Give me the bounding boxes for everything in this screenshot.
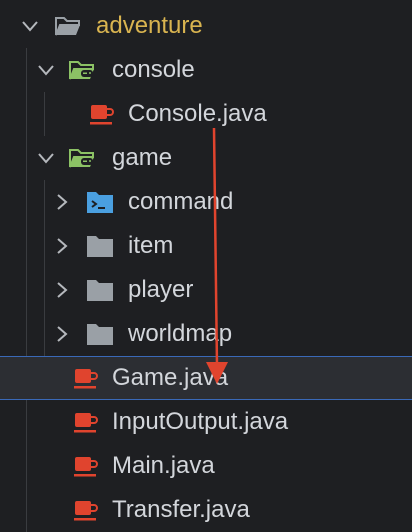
chevron-down-icon[interactable] <box>20 16 40 36</box>
tree-item-label: player <box>128 276 194 303</box>
tree-item-player[interactable]: player <box>0 268 412 312</box>
chevron-right-icon[interactable] <box>52 236 72 256</box>
tree-item-label: InputOutput.java <box>112 408 289 435</box>
tree-item-game-java[interactable]: Game.java <box>0 356 412 400</box>
game-folder-icon <box>69 149 94 168</box>
tree-item-label: worldmap <box>128 320 233 347</box>
java-file-icon <box>90 105 114 125</box>
game-folder-icon <box>69 61 94 80</box>
tree-item-transfer-java[interactable]: Transfer.java <box>0 488 412 532</box>
chevron-down-icon[interactable] <box>36 60 56 80</box>
folder-open-icon <box>55 17 80 36</box>
tree-item-console[interactable]: console <box>0 48 412 92</box>
chevron-down-icon[interactable] <box>36 148 56 168</box>
java-file-icon <box>74 413 98 433</box>
tree-item-game[interactable]: game <box>0 136 412 180</box>
java-file-icon <box>74 457 98 477</box>
tree-item-adventure[interactable]: adventure <box>0 4 412 48</box>
tree-item-main-java[interactable]: Main.java <box>0 444 412 488</box>
folder-icon <box>87 236 113 257</box>
command-folder-icon <box>87 192 113 213</box>
tree-item-label: Game.java <box>112 364 229 391</box>
chevron-right-icon[interactable] <box>52 192 72 212</box>
tree-item-item[interactable]: item <box>0 224 412 268</box>
tree-item-label: adventure <box>96 12 203 39</box>
tree-item-label: item <box>128 232 174 259</box>
java-file-icon <box>74 501 98 521</box>
project-tree: adventure console Console.java game comm… <box>0 0 412 532</box>
tree-item-worldmap[interactable]: worldmap <box>0 312 412 356</box>
tree-item-inputoutput-java[interactable]: InputOutput.java <box>0 400 412 444</box>
folder-icon <box>87 324 113 345</box>
tree-item-label: Console.java <box>128 100 267 127</box>
tree-item-console-java[interactable]: Console.java <box>0 92 412 136</box>
chevron-right-icon[interactable] <box>52 324 72 344</box>
tree-item-label: console <box>112 56 195 83</box>
folder-icon <box>87 280 113 301</box>
tree-item-label: game <box>112 144 173 171</box>
tree-item-label: Main.java <box>112 452 215 479</box>
java-file-icon <box>74 369 98 389</box>
tree-item-label: command <box>128 188 234 215</box>
tree-item-command[interactable]: command <box>0 180 412 224</box>
chevron-right-icon[interactable] <box>52 280 72 300</box>
tree-item-label: Transfer.java <box>112 496 250 523</box>
